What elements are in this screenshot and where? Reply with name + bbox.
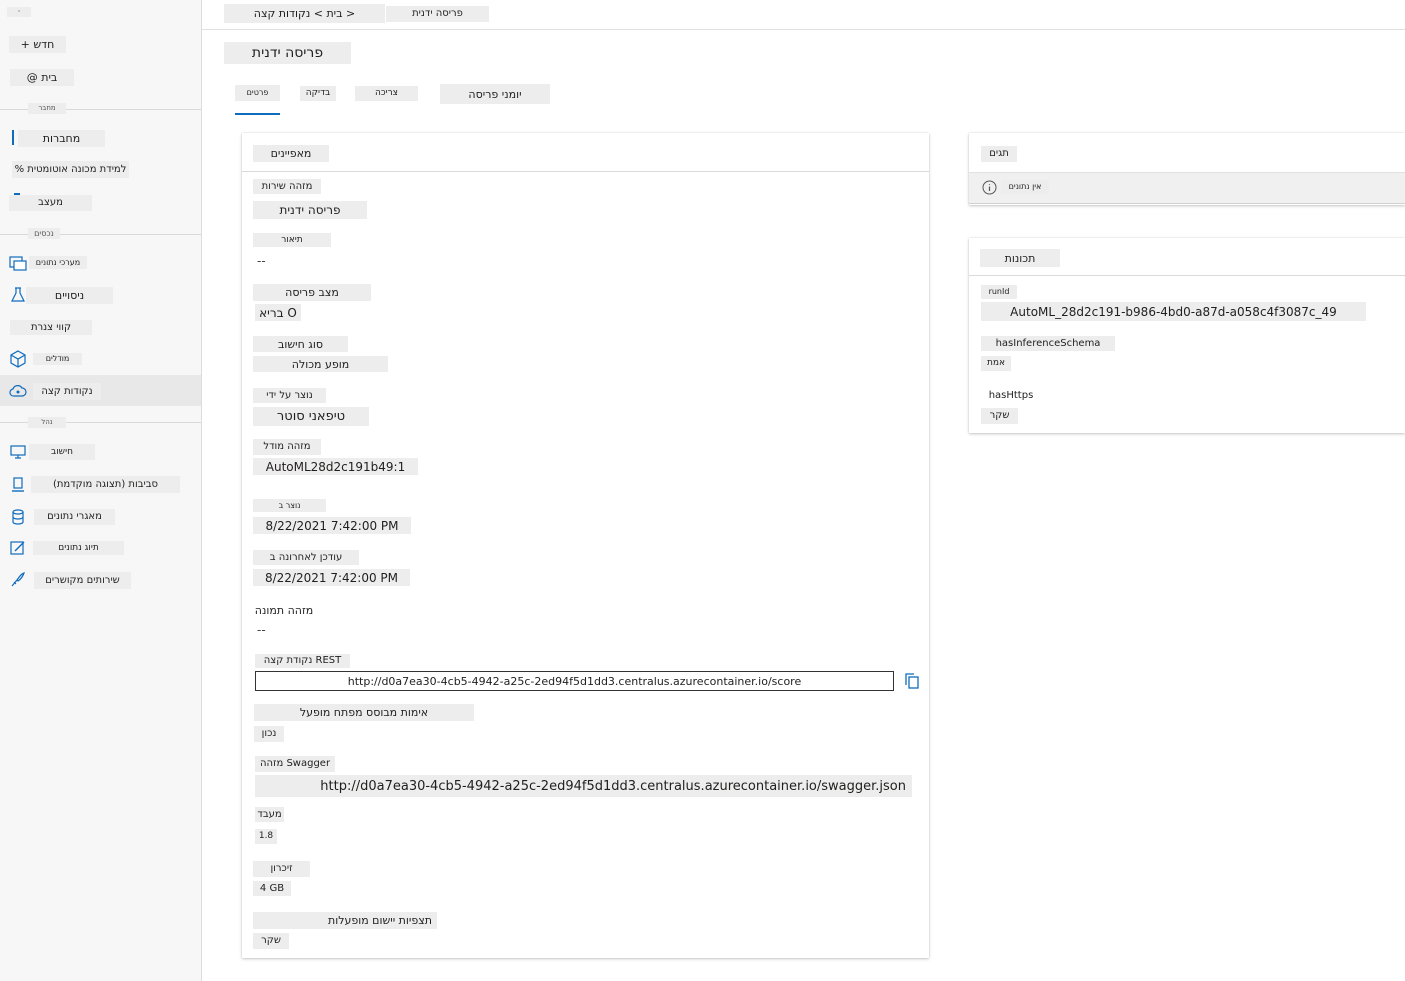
created-on-label: נוצר ב [253, 499, 326, 512]
compute-type-value: מופע מכולה [253, 356, 388, 372]
sidebar-item-designer[interactable]: מעצב [9, 195, 92, 211]
tab-test[interactable]: בדיקה [300, 86, 336, 101]
rest-endpoint-label: נקודת קצה REST [255, 654, 350, 668]
section-label-manage: נהל [28, 417, 66, 428]
card-header-divider [969, 275, 1405, 276]
sidebar-item-datastores[interactable]: מאגרי נתונים [34, 509, 115, 525]
breadcrumb[interactable]: בית > נקודות קצה > [224, 4, 385, 23]
tab-deployment-logs[interactable]: יומני פריסה [440, 84, 550, 104]
page-title: פריסה ידנית [224, 42, 351, 64]
attributes-card [242, 133, 929, 958]
new-button[interactable]: + חדש [9, 36, 66, 53]
attributes-header: מאפיינים [253, 145, 329, 162]
edit-label-icon [10, 541, 25, 555]
memory-label: זיכרון [253, 861, 310, 877]
linked-services-icon [11, 572, 25, 587]
sidebar-item-datasets[interactable]: מערכי נתונים [29, 256, 87, 269]
home-nav-item[interactable]: @ בית [10, 69, 74, 86]
cpu-value: 1.8 [255, 829, 277, 844]
tags-header: תגים [981, 146, 1017, 162]
sidebar-item-automl[interactable]: % למידת מכונה אוטומטית [12, 161, 129, 178]
tab-details[interactable]: פרטים [235, 85, 280, 101]
model-id-label: מזהה מודל [253, 439, 321, 455]
compute-type-label: סוג חישוב [253, 336, 348, 352]
created-by-label: נוצר על ידי [253, 388, 326, 403]
last-updated-value: 8/22/2021 7:42:00 PM [253, 569, 410, 586]
breadcrumb-current: פריסה ידנית [386, 6, 489, 22]
header-divider [202, 29, 1405, 30]
has-https-label: hasHttps [981, 388, 1041, 404]
memory-value: 4 GB [253, 881, 291, 896]
sidebar-item-linked-services[interactable]: שירותים מקושרים [34, 572, 131, 589]
app-insights-label: תצפיות יישום מופעלות [253, 912, 437, 929]
datasets-icon [9, 256, 27, 271]
monitor-icon [10, 445, 26, 459]
sidebar-item-notebooks[interactable]: מחברות [18, 130, 105, 147]
sidebar-item-environments[interactable]: סביבות (תצוגה מוקדמת) [31, 476, 180, 493]
deployment-state-value: בריא O [255, 304, 301, 321]
environment-icon [12, 477, 24, 492]
database-icon [12, 509, 24, 525]
sidebar-item-experiments[interactable]: ניסויים [26, 287, 113, 304]
sidebar-item-endpoints[interactable]: נקודות קצה [33, 383, 101, 400]
notebook-icon [12, 130, 14, 145]
created-by-value: טיפאני סוטר [253, 407, 369, 426]
swagger-id-value: http://d0a7ea30-4cb5-4942-a25c-2ed94f5d1… [255, 775, 912, 797]
sidebar-item-models[interactable]: מודלים [33, 353, 82, 365]
section-label-assets: נכסים [28, 228, 60, 239]
key-auth-label: אימות מבוסס מפתח מופעל [254, 704, 474, 721]
deployment-state-label: מצב פריסה [253, 284, 371, 301]
runid-value: AutoML_28d2c191-b986-4bd0-a87d-a058c4f30… [981, 302, 1366, 321]
info-icon [982, 180, 997, 195]
rest-endpoint-url-field[interactable]: http://d0a7ea30-4cb5-4942-a25c-2ed94f5d1… [255, 671, 894, 691]
section-label-author: מחבר [28, 103, 66, 114]
description-value: -- [257, 254, 266, 268]
runid-label: runId [981, 285, 1017, 299]
swagger-id-label: מזהה Swagger [255, 756, 335, 772]
cube-icon [10, 350, 26, 368]
has-inference-schema-value: אמת [981, 356, 1011, 371]
description-label: תיאור [253, 233, 331, 247]
model-id-value: AutoML28d2c191b49:1 [253, 458, 418, 475]
flask-icon [11, 287, 25, 302]
cpu-label: מעבד [255, 807, 284, 822]
has-inference-schema-label: hasInferenceSchema [981, 336, 1115, 351]
no-tags-text: אין נתונים [1001, 180, 1049, 194]
sidebar-item-compute[interactable]: חישוב [29, 444, 95, 460]
copy-icon[interactable] [903, 672, 921, 690]
sidebar-item-pipelines[interactable]: קווי צנרת [10, 320, 92, 335]
active-tab-indicator [235, 113, 280, 115]
app-insights-value: שקר [253, 933, 289, 949]
properties-header: תכונות [980, 249, 1060, 267]
sidebar-item-labeling[interactable]: תיוג נתונים [33, 541, 124, 555]
collapse-menu-button[interactable]: · [7, 7, 31, 17]
created-on-value: 8/22/2021 7:42:00 PM [253, 517, 411, 534]
cloud-endpoint-icon [9, 385, 27, 397]
left-navigation: · + חדש @ בית מחבר מחברות % למידת מכונה … [0, 0, 202, 981]
image-id-value: -- [257, 623, 266, 637]
has-https-value: שקר [981, 408, 1018, 424]
service-id-value: פריסה ידנית [253, 201, 367, 219]
key-auth-value: נכון [254, 726, 284, 742]
image-id-label: מזהה תמונה [253, 602, 315, 618]
tab-consume[interactable]: צריכה [355, 86, 418, 101]
service-id-label: מזהה שירות [253, 179, 321, 194]
last-updated-label: עודכן לאחרונה ב [253, 550, 359, 565]
card-header-divider [242, 171, 929, 172]
